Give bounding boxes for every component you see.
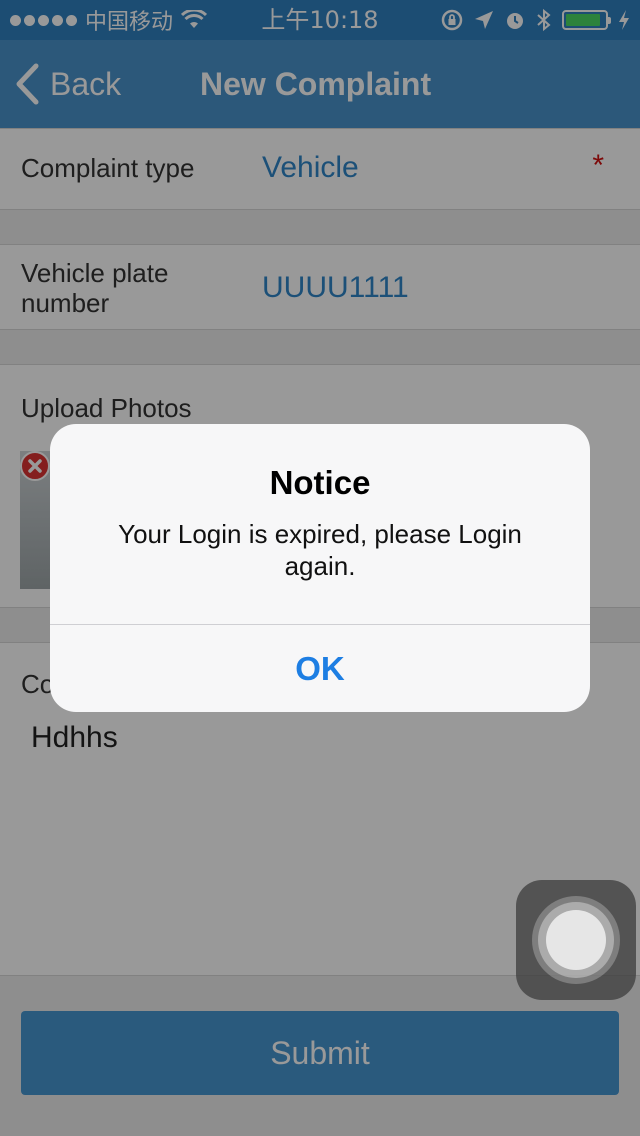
notice-alert: Notice Your Login is expired, please Log…: [50, 424, 590, 712]
assistive-touch-icon: [546, 910, 606, 970]
alert-message: Your Login is expired, please Login agai…: [118, 519, 522, 581]
ok-button[interactable]: OK: [50, 625, 590, 712]
assistive-touch-button[interactable]: [516, 880, 636, 1000]
alert-title: Notice: [269, 464, 371, 501]
